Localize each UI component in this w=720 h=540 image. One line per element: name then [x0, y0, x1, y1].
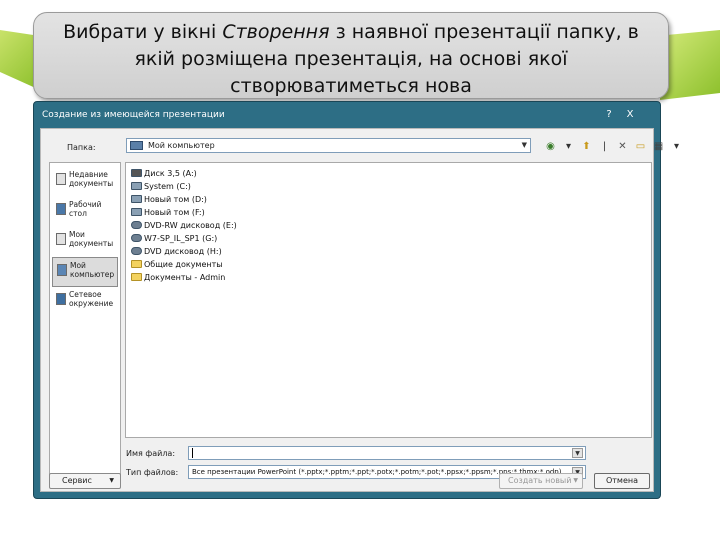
help-button[interactable]: ? [601, 108, 617, 122]
chevron-down-icon: ▼ [521, 141, 527, 149]
list-item-label: Документы - Admin [144, 272, 226, 282]
list-item[interactable]: Документы - Admin [131, 271, 225, 283]
floppy-icon [131, 169, 142, 177]
title-text-italic: Створення [222, 21, 330, 43]
list-item[interactable]: DVD дисковод (H:) [131, 245, 222, 257]
chevron-down-icon[interactable]: ▼ [572, 448, 583, 458]
slide-title-line-3: створюватиметься нова [230, 75, 472, 97]
my-documents-icon [56, 233, 66, 245]
place-label: Мои документы [69, 230, 114, 248]
list-item[interactable]: DVD-RW дисковод (E:) [131, 219, 237, 231]
place-network[interactable]: Сетевое окружение [52, 287, 118, 317]
back-icon[interactable]: ◉ [543, 139, 558, 154]
place-desktop[interactable]: Рабочий стол [52, 197, 118, 227]
title-text-part-1: Вибрати у вікні [63, 21, 223, 43]
place-my-documents[interactable]: Мои документы [52, 227, 118, 257]
list-item-label: System (C:) [144, 181, 191, 191]
dvd-icon [131, 234, 142, 242]
drive-icon [131, 182, 142, 190]
computer-icon [130, 141, 143, 150]
create-new-button-label: Создать новый [508, 476, 572, 485]
list-item-label: DVD дисковод (H:) [144, 246, 222, 256]
list-item[interactable]: System (C:) [131, 180, 191, 192]
views-icon[interactable]: ▦ [651, 139, 666, 154]
close-button[interactable]: X [622, 108, 638, 122]
place-label: Недавние документы [69, 170, 114, 188]
slide-title-box: Вибрати у вікні Створення з наявної през… [33, 12, 669, 99]
recent-documents-icon [56, 173, 66, 185]
create-from-presentation-dialog: Создание из имеющейся презентации ? X Па… [33, 101, 679, 499]
new-folder-icon[interactable]: ▭ [633, 139, 648, 154]
list-item-label: Новый том (D:) [144, 194, 207, 204]
place-my-computer[interactable]: Мой компьютер [52, 257, 118, 287]
file-list: Диск 3,5 (A:) System (C:) Новый том (D:)… [125, 162, 652, 438]
dialog-toolbar: ◉ ▾ ⬆ | ✕ ▭ ▦ ▾ [543, 137, 684, 155]
filename-label: Имя файла: [126, 449, 176, 458]
chevron-down-icon: ▼ [109, 477, 114, 484]
up-folder-icon[interactable]: ⬆ [579, 139, 594, 154]
dialog-title: Создание из имеющейся презентации [42, 110, 225, 120]
dialog-body: Папка: Мой компьютер ▼ ◉ ▾ ⬆ | ✕ ▭ ▦ ▾ Н… [40, 128, 679, 492]
service-button[interactable]: Сервис ▼ [49, 473, 121, 489]
chevron-down-icon: ▼ [573, 477, 578, 484]
place-label: Рабочий стол [69, 200, 102, 218]
list-item-label: Общие документы [144, 259, 223, 269]
place-label: Мой компьютер [70, 261, 115, 279]
desktop-icon [56, 203, 66, 215]
dvd-icon [131, 221, 142, 229]
list-item-label: Диск 3,5 (A:) [144, 168, 197, 178]
places-bar: Недавние документы Рабочий стол Мои доку… [49, 162, 121, 484]
create-new-button[interactable]: Создать новый ▼ [499, 473, 583, 489]
title-text-part-2: з наявної презентації папку, в [329, 21, 639, 43]
list-item[interactable]: W7-SP_IL_SP1 (G:) [131, 232, 217, 244]
delete-icon[interactable]: ✕ [615, 139, 630, 154]
network-icon [56, 293, 66, 305]
filetype-label: Тип файлов: [126, 468, 179, 477]
list-item-label: DVD-RW дисковод (E:) [144, 220, 237, 230]
back-dropdown-icon[interactable]: ▾ [561, 139, 576, 154]
separator-icon: | [602, 140, 607, 152]
list-item[interactable]: Новый том (D:) [131, 193, 207, 205]
folder-icon [131, 260, 142, 268]
dvd-icon [131, 247, 142, 255]
slide-title-line-2: якій розміщена презентація, на основі як… [134, 48, 568, 70]
views-dropdown-icon[interactable]: ▾ [669, 139, 684, 154]
drive-icon [131, 195, 142, 203]
filename-field[interactable]: ▼ [188, 446, 586, 460]
slide-title-line-1: Вибрати у вікні Створення з наявної през… [34, 19, 668, 46]
place-recent-documents[interactable]: Недавние документы [52, 167, 118, 197]
slide-decoration-right [660, 30, 720, 100]
my-computer-icon [57, 264, 67, 276]
folder-icon [131, 273, 142, 281]
list-item[interactable]: Диск 3,5 (A:) [131, 167, 197, 179]
list-item-label: Новый том (F:) [144, 207, 205, 217]
folder-dropdown-value: Мой компьютер [148, 141, 215, 150]
drive-icon [131, 208, 142, 216]
place-label: Сетевое окружение [69, 290, 114, 308]
list-item[interactable]: Общие документы [131, 258, 223, 270]
text-caret [192, 448, 193, 458]
list-item[interactable]: Новый том (F:) [131, 206, 205, 218]
folder-label: Папка: [67, 143, 96, 152]
folder-dropdown[interactable]: Мой компьютер ▼ [126, 138, 531, 153]
cancel-button[interactable]: Отмена [594, 473, 650, 489]
list-item-label: W7-SP_IL_SP1 (G:) [144, 233, 218, 243]
service-button-label: Сервис [62, 476, 92, 485]
